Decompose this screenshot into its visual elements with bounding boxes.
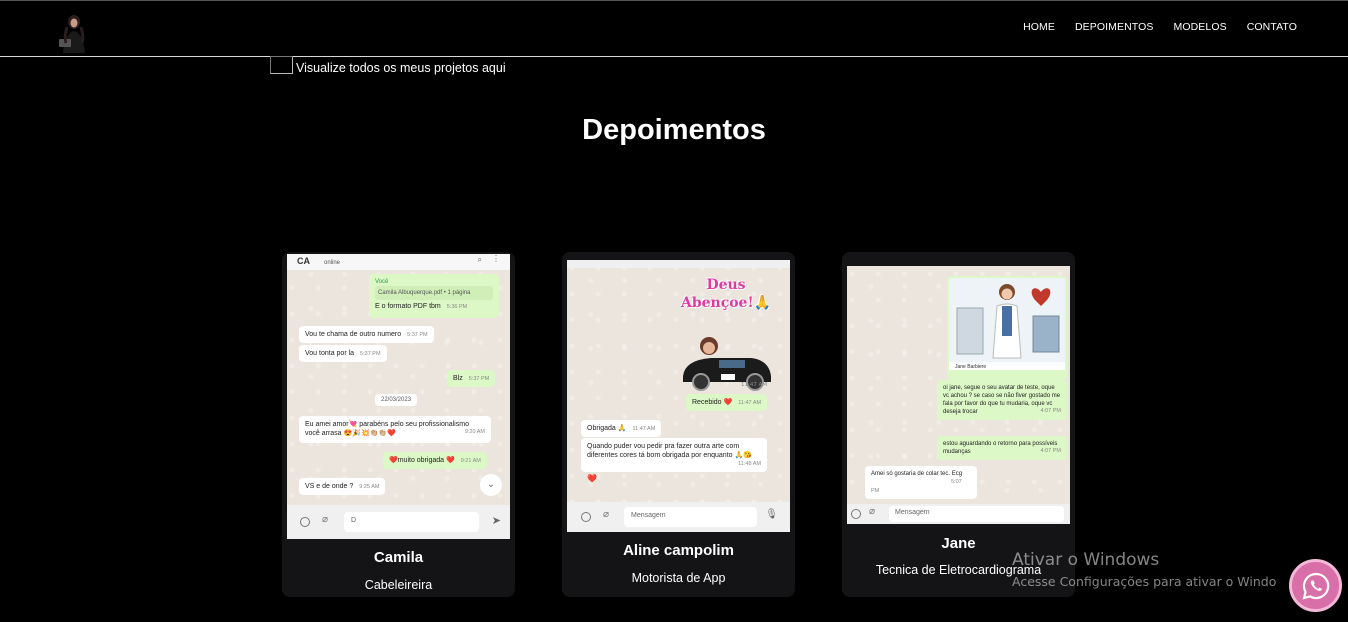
attach-icon[interactable]: ⌀ [869, 506, 875, 517]
broken-image-icon [270, 56, 293, 74]
attach-icon[interactable]: ⌀ [603, 509, 609, 520]
nav-depoimentos[interactable]: DEPOIMENTOS [1075, 21, 1154, 33]
testimonial-name: Aline campolim [623, 542, 734, 559]
main-nav: HOME DEPOIMENTOS MODELOS CONTATO [1023, 21, 1297, 33]
menu-dots-icon: ⋮ [492, 254, 500, 263]
nav-home[interactable]: HOME [1023, 21, 1055, 33]
projects-link[interactable]: Visualize todos os meus projetos aqui [270, 56, 506, 78]
reaction-heart: ❤️ [587, 474, 597, 483]
whatsapp-floating-button[interactable] [1289, 559, 1342, 612]
navbar: HOME DEPOIMENTOS MODELOS CONTATO [0, 1, 1348, 57]
contact-initials: CA [297, 256, 310, 266]
whatsapp-screenshot: Jane Barbiere oi jane, segue o seu avata… [847, 266, 1070, 524]
chat-message: Amei só gostaria de colar tec. Ecg 5:07 P… [865, 466, 977, 499]
chat-message: oi jane, segue o seu avatar de teste, oq… [937, 380, 1067, 421]
chat-message: Eu amei amor💘 parabéns pelo seu profissi… [299, 416, 491, 443]
message-time: 11:47 AM [741, 382, 768, 388]
testimonial-card-aline: Deus Abençoe!🙏 11:47 AM Recebido ❤️ 11:47… [562, 252, 795, 597]
chat-message: estou aguardando o retorno para possívei… [937, 436, 1067, 461]
image-message: Jane Barbiere [947, 276, 1067, 380]
chat-header [567, 260, 790, 268]
nav-modelos[interactable]: MODELOS [1173, 21, 1226, 33]
testimonial-card-jane: Jane Barbiere oi jane, segue o seu avata… [842, 252, 1075, 597]
message-input[interactable]: Mensagem [889, 506, 1064, 522]
logo-avatar[interactable] [55, 13, 93, 55]
mic-icon[interactable]: 🎙 [765, 509, 778, 520]
chat-message: VS e de onde ? 9:25 AM [299, 478, 386, 496]
projects-link-label: Visualize todos os meus projetos aqui [296, 61, 506, 75]
message-composer: ⌀ D ➤ [287, 505, 510, 539]
testimonial-card-camila: CA online ⌕ ⋮ Você Camila Albuquerque.pd… [282, 252, 515, 597]
message-input[interactable]: Mensagem [624, 507, 757, 527]
document-message: Você Camila Albuquerque.pdf • 1 página E… [369, 274, 499, 318]
message-composer: ⌀ Mensagem 🎙 [567, 502, 790, 532]
windows-activation-watermark: Ativar o Windows Acesse Configurações pa… [1012, 550, 1277, 589]
whatsapp-screenshot: Deus Abençoe!🙏 11:47 AM Recebido ❤️ 11:47… [567, 260, 790, 532]
chat-message: ❤️muito obrigada ❤️ 9:21 AM [383, 452, 487, 470]
chat-header: CA online ⌕ ⋮ [287, 254, 510, 270]
section-title: Depoimentos [582, 114, 766, 146]
chat-message: Vou te chama de outro numero 5:37 PM [299, 326, 434, 344]
testimonial-role: Cabeleireira [364, 578, 433, 592]
chat-message: Quando puder vou pedir pra fazer outra a… [581, 438, 767, 473]
scroll-down-icon[interactable]: ⌄ [480, 474, 502, 496]
avatar-image [949, 278, 1065, 370]
message-composer: ⌀ Mensagem [847, 504, 1070, 524]
testimonial-name: Camila [373, 549, 424, 566]
send-icon[interactable]: ➤ [492, 514, 501, 527]
whatsapp-screenshot: CA online ⌕ ⋮ Você Camila Albuquerque.pd… [287, 254, 510, 539]
attach-icon[interactable]: ⌀ [322, 514, 328, 525]
chat-message: Vou tonta por la 5:37 PM [299, 345, 387, 363]
sticker-deus-abencoe: Deus Abençoe!🙏 [671, 276, 781, 394]
search-icon: ⌕ [477, 255, 482, 264]
whatsapp-icon [1301, 572, 1329, 600]
emoji-icon[interactable] [581, 512, 591, 522]
date-separator: 22/03/2023 [375, 394, 418, 406]
message-input[interactable]: D [344, 512, 479, 532]
testimonial-role: Motorista de App [631, 571, 726, 585]
emoji-icon[interactable] [300, 517, 310, 527]
chat-message: Blz 5:37 PM [447, 370, 496, 388]
chat-message: Obrigada 🙏 11:47 AM [581, 420, 662, 438]
chat-message: Recebido ❤️ 11:47 AM [686, 394, 768, 412]
emoji-icon[interactable] [851, 509, 861, 519]
nav-contato[interactable]: CONTATO [1247, 21, 1297, 33]
contact-status: online [324, 260, 341, 266]
